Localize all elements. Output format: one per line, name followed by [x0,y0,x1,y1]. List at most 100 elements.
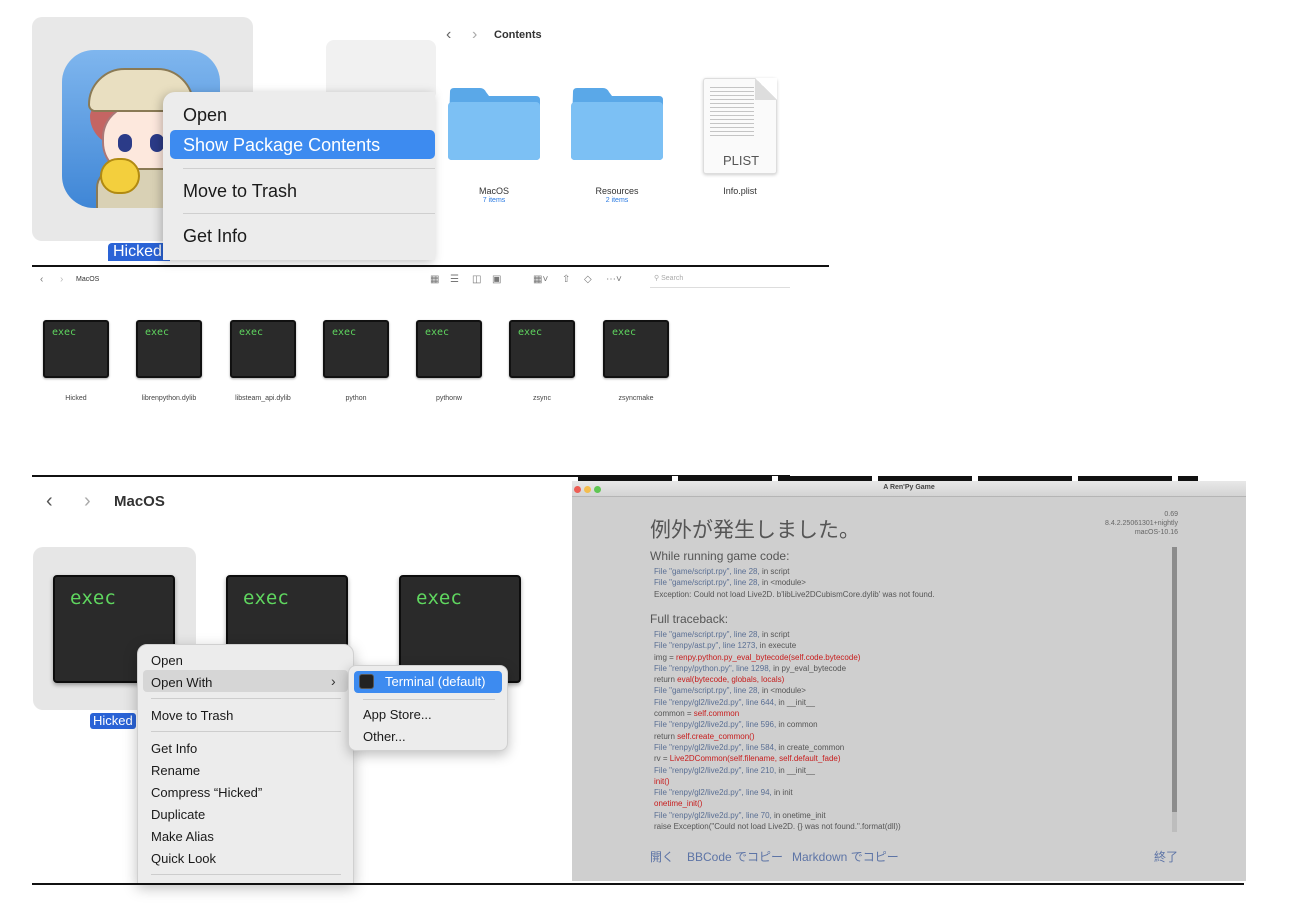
menu-item-get-info[interactable]: Get Info [151,741,197,756]
exec-file-icon[interactable]: exec [43,320,109,378]
trace-line: File "renpy/gl2/live2d.py", line 210, in… [654,765,901,776]
file-label[interactable]: python [311,395,401,402]
plist-file-icon[interactable]: PLIST [703,78,777,174]
trace-segment: in create_common [776,742,845,752]
menu-item-get-info[interactable]: Get Info [183,226,247,247]
tag-icon[interactable]: ◇ [584,274,592,285]
menu-item-make-alias[interactable]: Make Alias [151,829,214,844]
trace-segment: in script [759,567,790,576]
divider [32,265,829,267]
trace-segment: raise Exception("Could not load Live2D. … [654,822,901,832]
exec-file-icon[interactable]: exec [509,320,575,378]
submenu-item-terminal[interactable]: Terminal (default) [385,674,485,689]
menu-item-compress[interactable]: Compress “Hicked” [151,785,262,800]
trace-segment: eval(bytecode, globals, locals) [677,675,785,685]
file-label[interactable]: zsync [497,395,587,402]
folder-icon[interactable] [446,86,542,162]
scrollbar-thumb[interactable] [1172,547,1177,832]
forward-icon[interactable]: › [60,274,63,285]
trace-line: raise Exception("Could not load Live2D. … [654,821,901,832]
plist-badge: PLIST [722,153,760,168]
submenu-item-app-store[interactable]: App Store... [363,707,432,722]
menu-item-duplicate[interactable]: Duplicate [151,807,205,822]
list-view-icon[interactable]: ☰ [450,274,459,285]
trace-segment: onetime_init() [654,799,703,809]
trace-segment: init() [654,776,670,786]
trace-line: File "renpy/gl2/live2d.py", line 94, in … [654,787,901,798]
exec-file-icon[interactable]: exec [603,320,669,378]
search-field[interactable]: ⚲ Search [650,274,790,288]
menu-item-move-to-trash[interactable]: Move to Trash [151,708,233,723]
trace-segment: in __init__ [776,765,815,775]
selected-file-label[interactable]: Hicked [90,713,136,729]
open-button[interactable]: 開く [650,848,674,865]
menu-item-move-to-trash[interactable]: Move to Trash [183,181,297,202]
back-icon[interactable]: ‹ [46,490,53,513]
file-label[interactable]: libsteam_api.dylib [218,395,308,402]
back-icon[interactable]: ‹ [446,26,451,44]
trace-line: File "renpy/gl2/live2d.py", line 644, in… [654,697,901,708]
trace-segment: rv = [654,754,670,764]
menu-item-open-with[interactable]: Open With [151,675,212,690]
submenu-item-other[interactable]: Other... [363,729,406,744]
folder-count: 2 items [605,197,629,204]
exec-file-icon[interactable]: exec [323,320,389,378]
copy-bbcode-button[interactable]: BBCode でコピー [687,848,783,865]
trace-segment: common = [654,709,694,719]
back-icon[interactable]: ‹ [40,274,43,285]
trace-segment: in <module> [759,686,806,696]
exec-file-icon[interactable]: exec [416,320,482,378]
folder-name-resources[interactable]: Resources [557,186,677,196]
trace-segment: in <module> [759,578,806,588]
column-view-icon[interactable]: ◫ [472,274,481,285]
trace-segment: File "renpy/gl2/live2d.py", line 596, [654,720,777,730]
trace-segment: File "renpy/gl2/live2d.py", line 644, [654,697,777,707]
menu-item-quick-look[interactable]: Quick Look [151,851,216,866]
trace-segment: File "renpy/gl2/live2d.py", line 94, [654,788,772,798]
window-title: MacOS [76,276,100,283]
trace-line: rv = Live2DCommon(self.filename, self.de… [654,753,901,764]
share-icon[interactable]: ⇧ [562,274,570,285]
trace-segment: in __init__ [776,697,815,707]
file-name-info-plist[interactable]: Info.plist [680,186,800,196]
folder-name-macos[interactable]: MacOS [434,186,554,196]
file-label[interactable]: Hicked [31,395,121,402]
copy-markdown-button[interactable]: Markdown でコピー [792,848,899,865]
more-icon[interactable]: ⋯˅ [606,274,622,285]
scrollbar-track[interactable] [1172,812,1177,832]
trace-segment: img = [654,652,677,662]
file-label[interactable]: zsyncmake [591,395,681,402]
trace-line: File "renpy/gl2/live2d.py", line 584, in… [654,742,901,753]
trace-segment: in init [771,788,793,798]
trace-line: return eval(bytecode, globals, locals) [654,674,901,685]
trace-segment: File "game/script.rpy", line 28, [654,567,760,576]
menu-item-rename[interactable]: Rename [151,763,200,778]
trace-line: File "game/script.rpy", line 28, in scri… [654,566,935,577]
trace-line: Exception: Could not load Live2D. b'libL… [654,589,935,600]
folder-icon[interactable] [569,86,665,162]
icon-view-icon[interactable]: ▦ [430,274,439,285]
menu-separator [151,698,341,699]
trace-line: File "renpy/ast.py", line 1273, in execu… [654,640,901,651]
file-label[interactable]: pythonw [404,395,494,402]
file-label[interactable]: librenpython.dylib [124,395,214,402]
menu-separator [363,699,495,700]
trace-segment: self.create_common() [677,731,755,741]
quit-button[interactable]: 終了 [1154,848,1178,865]
menu-item-open[interactable]: Open [183,105,227,126]
forward-icon[interactable]: › [84,490,91,513]
trace-segment: File "renpy/gl2/live2d.py", line 210, [654,765,777,775]
exec-file-icon[interactable]: exec [230,320,296,378]
gallery-view-icon[interactable]: ▣ [492,274,501,285]
exec-file-icon[interactable]: exec [136,320,202,378]
full-trace: File "game/script.rpy", line 28, in scri… [654,629,901,832]
trace-segment: File "renpy/gl2/live2d.py", line 70, [654,810,772,820]
group-icon[interactable]: ▦˅ [533,274,548,285]
trace-line: File "game/script.rpy", line 28, in <mod… [654,577,935,588]
trace-line: init() [654,776,901,787]
app-name-label[interactable]: Hicked [108,243,170,261]
trace-line: File "renpy/gl2/live2d.py", line 70, in … [654,810,901,821]
forward-icon[interactable]: › [472,26,477,44]
menu-item-show-package-contents[interactable]: Show Package Contents [183,135,380,156]
menu-item-open[interactable]: Open [151,653,183,668]
